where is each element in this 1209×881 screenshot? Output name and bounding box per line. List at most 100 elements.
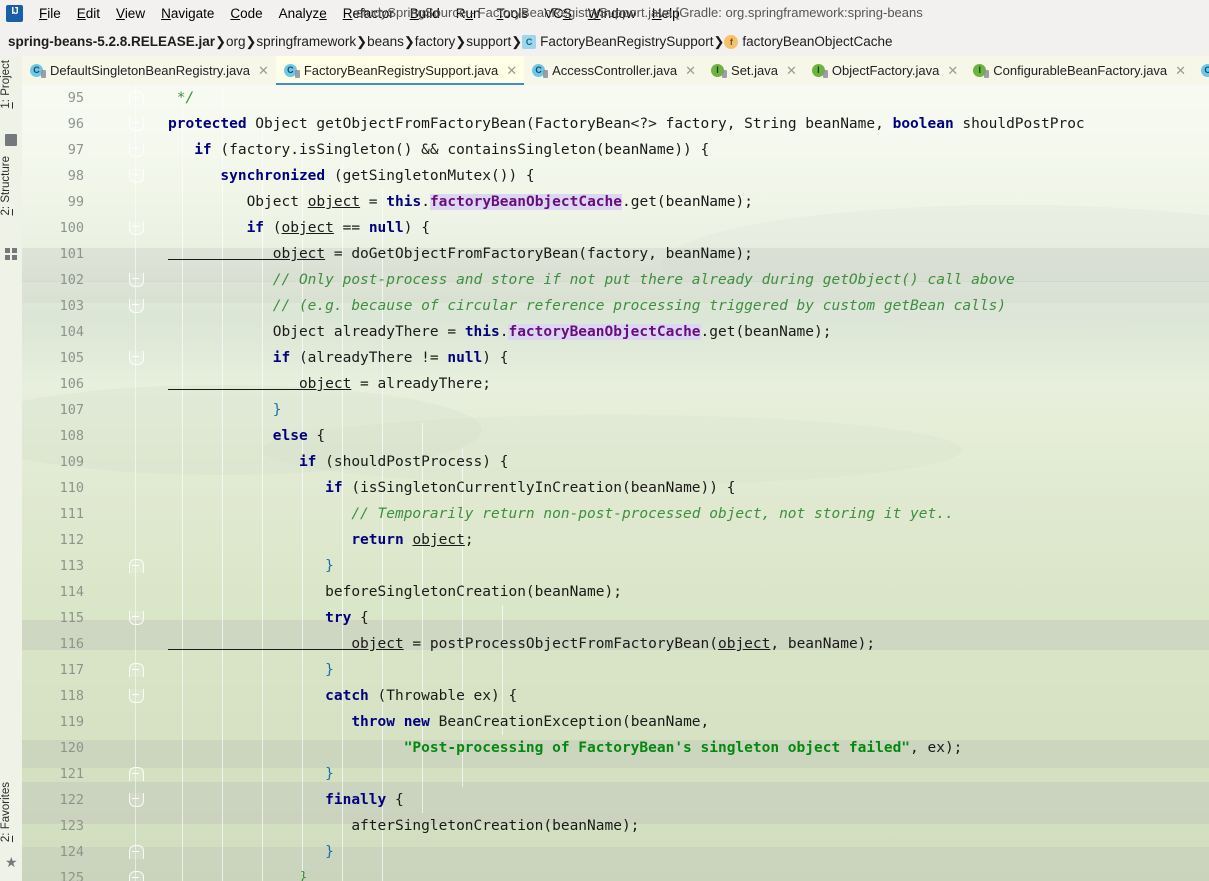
code-token: ) { [482,350,509,366]
code-token: } [168,870,308,881]
breadcrumb-item-support[interactable]: support [466,34,511,49]
tab-ObjectFactory[interactable]: ObjectFactory.java ✕ [803,56,966,85]
code-line[interactable]: throw new BeanCreationException(beanName… [168,709,1209,735]
menu-item-code[interactable]: Code [222,3,270,24]
code-token: "Post-processing of FactoryBean's single… [168,740,911,756]
menu-item-file[interactable]: FFileile [31,3,69,24]
code-line[interactable]: if (factory.isSingleton() && containsSin… [168,137,1209,163]
menu-item-build[interactable]: Build [402,3,448,24]
code-line[interactable]: try { [168,605,1209,631]
code-line[interactable]: } [168,761,1209,787]
code-token: this [464,324,500,340]
code-line[interactable]: object = postProcessObjectFromFactoryBea… [168,631,1209,657]
code-line[interactable]: Object alreadyThere = this.factoryBeanOb… [168,319,1209,345]
code-line[interactable]: synchronized (getSingletonMutex()) { [168,163,1209,189]
code-token: shouldPostProc [953,116,1085,132]
structure-icon [5,248,17,260]
sidebar-item-project[interactable]: 1: Project [0,60,22,109]
tab-label: FactoryBeanRegistrySupport.java [303,63,499,78]
code-line[interactable]: } [168,397,1209,423]
code-token: afterSingletonCreation(beanName); [168,818,640,834]
close-icon[interactable]: ✕ [1175,64,1186,77]
code-token: (Throwable ex) { [368,688,518,704]
code-line[interactable]: } [168,865,1209,881]
code-token: null [368,220,404,236]
tab-label: AccessController.java [552,63,678,78]
code-line[interactable]: object = doGetObjectFromFactoryBean(fact… [168,241,1209,267]
breadcrumb-item-jar[interactable]: spring-beans-5.2.8.RELEASE.jar [8,34,215,49]
code-line[interactable]: // Only post-process and store if not pu… [168,267,1209,293]
code-line[interactable]: // (e.g. because of circular reference p… [168,293,1209,319]
code-token: object [168,636,404,652]
close-icon[interactable]: ✕ [685,64,696,77]
code-token: ( [264,220,282,236]
code-token: this [386,194,422,210]
menu-item-refactor[interactable]: Refactor [335,3,402,24]
code-line[interactable]: finally { [168,787,1209,813]
code-line[interactable]: } [168,553,1209,579]
breadcrumb-item-field[interactable]: f factoryBeanObjectCache [724,34,892,49]
sidebar-item-favorites[interactable]: 2: Favorites [0,782,22,842]
code-line[interactable]: object = alreadyThere; [168,371,1209,397]
menu-item-view[interactable]: View [108,3,153,24]
tab-Linked[interactable]: Linked [1193,56,1209,85]
code-token: = doGetObjectFromFactoryBean(factory, be… [325,246,753,262]
close-icon[interactable]: ✕ [786,64,797,77]
breadcrumb-item-beans[interactable]: beans [367,34,404,49]
code-editor[interactable]: 95 96 97 98 99 100 101 102 103 104 105 106 107 108 109… [22,85,1209,881]
idea-window: FFileile Edit View Navigate Code Analyze… [0,0,1209,881]
code-token: } [168,662,334,678]
breadcrumb-separator-icon: ❯ [455,33,467,49]
code-line[interactable]: beforeSingletonCreation(beanName); [168,579,1209,605]
breadcrumb-separator-icon: ❯ [245,33,257,49]
breadcrumb-item-springframework[interactable]: springframework [256,34,356,49]
breadcrumb-item-class[interactable]: C FactoryBeanRegistrySupport [522,34,713,49]
menu-item-edit[interactable]: Edit [69,3,108,24]
code-token: ) { [403,220,430,236]
menu-item-tools[interactable]: Tools [489,3,537,24]
source-code[interactable]: */ protected Object getObjectFromFactoryB… [168,85,1209,881]
breadcrumb-separator-icon: ❯ [713,33,725,49]
menu-item-help[interactable]: Help [644,3,688,24]
code-line[interactable]: if (isSingletonCurrentlyInCreation(beanN… [168,475,1209,501]
tab-ConfigurableBeanFactory[interactable]: ConfigurableBeanFactory.java ✕ [965,56,1194,85]
code-line[interactable]: return object; [168,527,1209,553]
code-line[interactable]: } [168,839,1209,865]
code-token: ; [464,532,474,548]
code-line[interactable]: catch (Throwable ex) { [168,683,1209,709]
tab-label: Set.java [731,63,779,78]
tab-FactoryBeanRegistrySupport[interactable]: FactoryBeanRegistrySupport.java ✕ [275,56,525,85]
code-token: . [421,194,430,210]
menu-item-navigate[interactable]: Navigate [153,3,222,24]
tab-DefaultSingletonBeanRegistry[interactable]: DefaultSingletonBeanRegistry.java ✕ [22,56,276,85]
code-token: == [333,220,369,236]
close-icon[interactable]: ✕ [258,64,269,77]
breadcrumb-item-org[interactable]: org [226,34,246,49]
code-line[interactable]: if (shouldPostProcess) { [168,449,1209,475]
breadcrumb-item-factory[interactable]: factory [415,34,456,49]
code-token: { [386,792,404,808]
code-line[interactable]: Object object = this.factoryBeanObjectCa… [168,189,1209,215]
code-line[interactable]: */ [168,85,1209,111]
code-line[interactable]: if (object == null) { [168,215,1209,241]
tab-label: ConfigurableBeanFactory.java [993,63,1168,78]
code-token: (isSingletonCurrentlyInCreation(beanName… [342,480,736,496]
code-line[interactable]: // Temporarily return non-post-processed… [168,501,1209,527]
code-line[interactable]: protected Object getObjectFromFactoryBea… [168,111,1209,137]
close-icon[interactable]: ✕ [506,64,517,77]
tab-AccessController[interactable]: AccessController.java ✕ [524,56,704,85]
menu-item-analyze[interactable]: Analyze [271,3,335,24]
code-line[interactable]: "Post-processing of FactoryBean's single… [168,735,1209,761]
close-icon[interactable]: ✕ [947,64,958,77]
code-line[interactable]: afterSingletonCreation(beanName); [168,813,1209,839]
interface-icon [711,63,728,78]
menu-item-run[interactable]: Run [448,3,489,24]
menu-item-window[interactable]: Window [580,3,644,24]
code-line[interactable]: else { [168,423,1209,449]
code-line[interactable]: } [168,657,1209,683]
folder-icon [5,134,17,146]
menu-item-vcs[interactable]: VCS [536,3,580,24]
tab-Set[interactable]: Set.java ✕ [703,56,804,85]
sidebar-item-structure[interactable]: 2: Structure [0,156,22,215]
code-line[interactable]: if (alreadyThere != null) { [168,345,1209,371]
